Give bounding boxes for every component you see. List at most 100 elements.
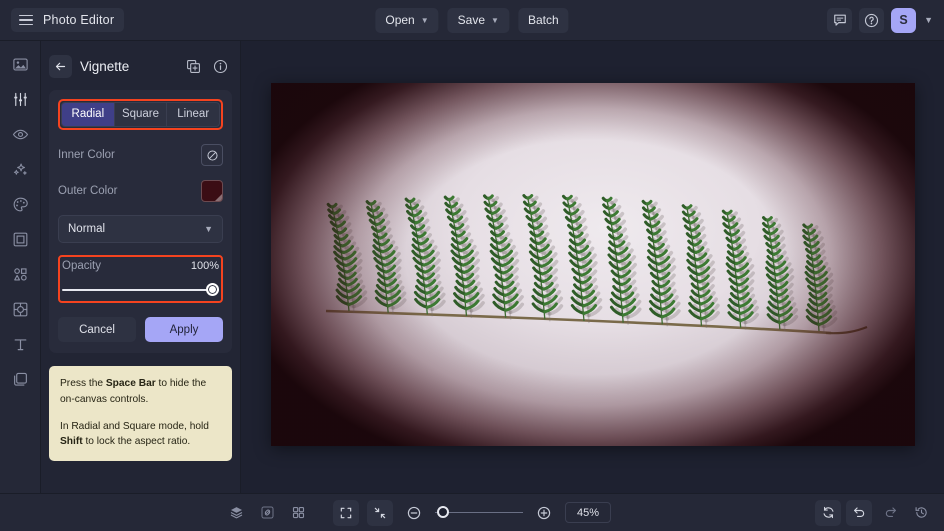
help-button[interactable] bbox=[859, 8, 884, 33]
panel-header: Vignette bbox=[41, 48, 240, 84]
outer-color-row: Outer Color bbox=[58, 180, 223, 202]
top-toolbar: Photo Editor Open ▼ Save ▼ Batch bbox=[0, 0, 944, 41]
eye-icon bbox=[12, 126, 29, 143]
shape-mode-segmented: Radial Square Linear bbox=[61, 102, 220, 127]
focus-icon bbox=[12, 301, 29, 318]
hint-1b: Space Bar bbox=[106, 378, 156, 389]
grid-button[interactable] bbox=[285, 500, 311, 526]
save-button[interactable]: Save ▼ bbox=[448, 8, 509, 33]
open-button[interactable]: Open ▼ bbox=[375, 8, 438, 33]
tool-rail bbox=[0, 41, 41, 493]
zoom-in-button[interactable] bbox=[531, 500, 557, 526]
hint-2a: In Radial and Square mode, hold bbox=[60, 421, 209, 432]
avatar[interactable]: S bbox=[891, 8, 916, 33]
sidebar-item-ai-enhance[interactable] bbox=[7, 156, 34, 183]
sidebar-item-effects[interactable] bbox=[7, 121, 34, 148]
bottom-toolbar: 45% bbox=[0, 493, 944, 531]
link-icon bbox=[260, 505, 275, 520]
undo-icon bbox=[852, 505, 867, 520]
opacity-slider-knob[interactable] bbox=[206, 283, 219, 296]
inner-color-row: Inner Color bbox=[58, 144, 223, 166]
canvas-stage[interactable] bbox=[241, 41, 944, 493]
layers-panel-button[interactable] bbox=[223, 500, 249, 526]
redo-icon bbox=[883, 505, 898, 520]
undo-button[interactable] bbox=[846, 500, 872, 526]
zoom-slider-knob[interactable] bbox=[437, 506, 449, 518]
vignette-overlay bbox=[271, 83, 915, 446]
shape-mode-square[interactable]: Square bbox=[115, 103, 168, 126]
shape-mode-linear[interactable]: Linear bbox=[167, 103, 219, 126]
outer-color-swatch[interactable] bbox=[201, 180, 223, 202]
bottom-left-tools bbox=[223, 500, 311, 526]
blend-mode-value: Normal bbox=[68, 223, 105, 235]
sidebar-item-adjust[interactable] bbox=[7, 86, 34, 113]
sidebar-item-image[interactable] bbox=[7, 51, 34, 78]
help-circle-icon bbox=[864, 13, 879, 28]
redo-button[interactable] bbox=[877, 500, 903, 526]
duplicate-effect-button[interactable] bbox=[184, 57, 203, 76]
hamburger-icon[interactable] bbox=[19, 15, 33, 26]
sidebar-item-frame[interactable] bbox=[7, 226, 34, 253]
vignette-controls-card: Radial Square Linear Inner Color bbox=[49, 90, 232, 353]
opacity-header: Opacity 100% bbox=[62, 260, 219, 272]
blend-mode-select[interactable]: Normal ▼ bbox=[58, 215, 223, 243]
info-button[interactable] bbox=[211, 57, 230, 76]
history-button[interactable] bbox=[908, 500, 934, 526]
sidebar-item-shapes[interactable] bbox=[7, 261, 34, 288]
panel-actions: Cancel Apply bbox=[58, 317, 223, 342]
sidebar-item-focus[interactable] bbox=[7, 296, 34, 323]
hint-tooltip: Press the Space Bar to hide the on-canva… bbox=[49, 366, 232, 461]
image-canvas[interactable] bbox=[271, 83, 915, 446]
chevron-down-icon: ▼ bbox=[421, 17, 429, 25]
stack-icon bbox=[229, 505, 244, 520]
shrink-button[interactable] bbox=[367, 500, 393, 526]
zoom-level-value[interactable]: 45% bbox=[565, 502, 611, 523]
opacity-slider[interactable] bbox=[62, 283, 219, 297]
history-icon bbox=[914, 505, 929, 520]
hint-line-1: Press the Space Bar to hide the on-canva… bbox=[60, 376, 221, 408]
shape-mode-group: Radial Square Linear bbox=[58, 99, 223, 130]
arrow-left-icon bbox=[54, 60, 67, 73]
app-title: Photo Editor bbox=[43, 13, 114, 27]
hint-line-2: In Radial and Square mode, hold Shift to… bbox=[60, 419, 221, 451]
back-button[interactable] bbox=[49, 55, 72, 78]
shapes-icon bbox=[12, 266, 29, 283]
cancel-button[interactable]: Cancel bbox=[58, 317, 136, 342]
inner-color-label: Inner Color bbox=[58, 149, 115, 161]
sidebar-item-layers[interactable] bbox=[7, 366, 34, 393]
batch-button[interactable]: Batch bbox=[518, 8, 569, 33]
opacity-label: Opacity bbox=[62, 260, 101, 272]
zoom-in-icon bbox=[536, 505, 552, 521]
zoom-out-button[interactable] bbox=[401, 500, 427, 526]
shape-mode-radial[interactable]: Radial bbox=[62, 103, 115, 126]
fit-screen-button[interactable] bbox=[333, 500, 359, 526]
link-button[interactable] bbox=[254, 500, 280, 526]
text-icon bbox=[12, 336, 29, 353]
image-icon bbox=[12, 56, 29, 73]
account-chevron-down-icon[interactable]: ▼ bbox=[923, 15, 934, 25]
feedback-button[interactable] bbox=[827, 8, 852, 33]
account-actions-group: S ▼ bbox=[827, 8, 934, 33]
grid-icon bbox=[291, 505, 306, 520]
open-button-label: Open bbox=[385, 13, 414, 27]
file-actions-group: Open ▼ Save ▼ Batch bbox=[375, 8, 568, 33]
layers-icon bbox=[12, 371, 29, 388]
sidebar-item-text[interactable] bbox=[7, 331, 34, 358]
page-title: Vignette bbox=[80, 59, 176, 74]
sparkles-icon bbox=[12, 161, 29, 178]
reset-button[interactable] bbox=[815, 500, 841, 526]
comment-icon bbox=[833, 13, 847, 27]
inner-color-swatch[interactable] bbox=[201, 144, 223, 166]
photo bbox=[271, 83, 915, 446]
app-menu-button[interactable]: Photo Editor bbox=[11, 8, 124, 32]
apply-button[interactable]: Apply bbox=[145, 317, 223, 342]
chevron-down-icon: ▼ bbox=[491, 17, 499, 25]
palette-icon bbox=[12, 196, 29, 213]
frame-icon bbox=[12, 231, 29, 248]
opacity-value[interactable]: 100% bbox=[191, 260, 219, 272]
reset-icon bbox=[821, 505, 836, 520]
save-button-label: Save bbox=[458, 13, 485, 27]
zoom-slider[interactable] bbox=[435, 506, 523, 520]
hint-2b: Shift bbox=[60, 436, 83, 447]
sidebar-item-color[interactable] bbox=[7, 191, 34, 218]
